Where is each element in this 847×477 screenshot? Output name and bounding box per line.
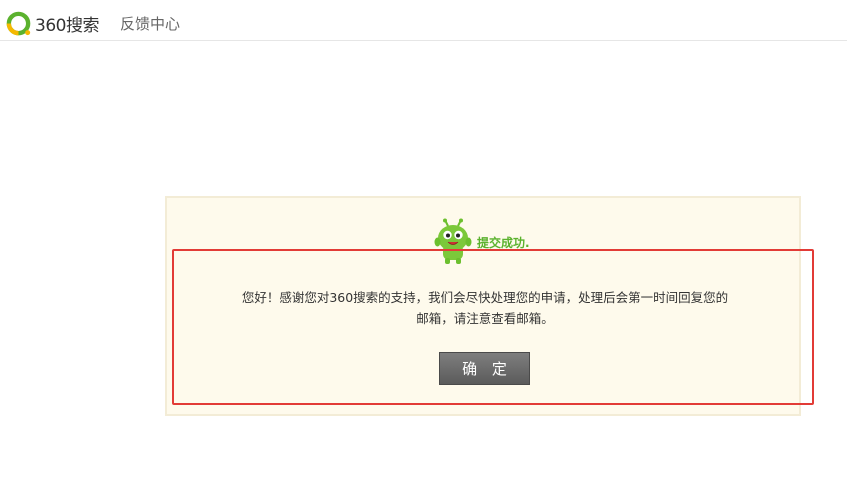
top-header: 360搜索 反馈中心: [0, 0, 847, 41]
message-line-2: 邮箱，请注意查看邮箱。: [416, 311, 554, 326]
360-logo-icon: [6, 11, 31, 35]
thank-you-message: 您好！感谢您对360搜索的支持，我们会尽快处理您的申请，处理后会第一时间回复您的…: [205, 287, 765, 329]
page-title: 反馈中心: [120, 15, 181, 33]
logo-text: 360搜索: [35, 15, 99, 36]
message-line-1: 您好！感谢您对360搜索的支持，我们会尽快处理您的申请，处理后会第一时间回复您的: [241, 290, 729, 305]
confirm-button[interactable]: 确 定: [439, 352, 530, 385]
360-logo[interactable]: 360搜索: [5, 10, 99, 36]
